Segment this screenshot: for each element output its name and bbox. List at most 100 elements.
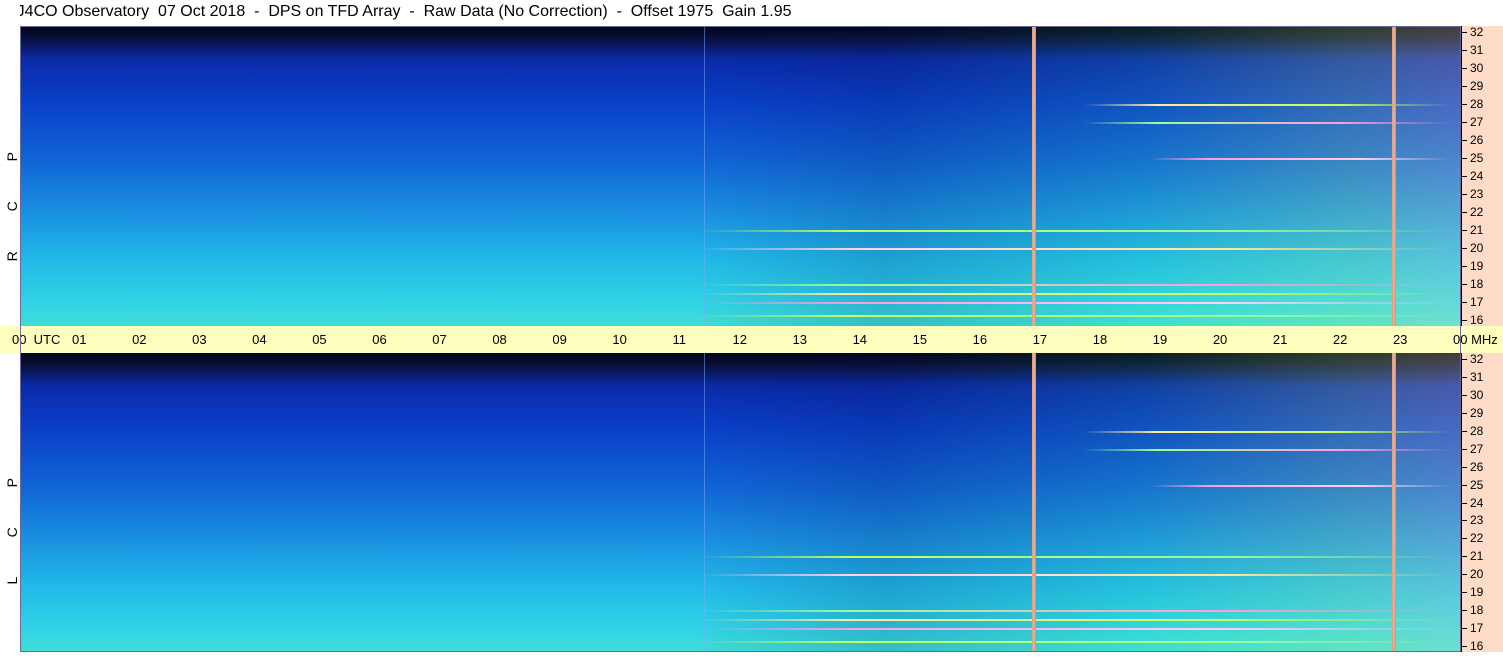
y-tick	[1462, 284, 1467, 285]
event-marker-line	[1391, 353, 1396, 652]
rcp-panel-label: R C P	[4, 134, 20, 262]
x-tick-label: 00 UTC	[12, 332, 61, 347]
emission-band	[698, 574, 1451, 577]
y-tick	[1462, 466, 1467, 468]
x-tick-label: 16	[972, 332, 988, 347]
faint-vertical-line	[704, 353, 706, 652]
emission-band	[698, 230, 1451, 232]
y-tick	[1462, 520, 1467, 522]
y-tick-label: 23	[1470, 513, 1484, 528]
y-tick	[1462, 50, 1467, 51]
y-tick	[1462, 592, 1467, 594]
x-tick-label: 13	[792, 332, 807, 347]
y-tick-label: 16	[1470, 313, 1484, 327]
y-tick-label: 26	[1470, 459, 1484, 474]
event-marker-line	[1031, 26, 1036, 326]
y-tick	[1462, 574, 1467, 576]
event-marker-line	[1031, 353, 1036, 652]
y-tick-label: 17	[1470, 621, 1484, 636]
x-tick-label: 00 MHz	[1453, 332, 1498, 347]
emission-band	[1148, 484, 1451, 487]
y-tick	[1462, 104, 1467, 105]
y-tick-label: 27	[1470, 441, 1484, 456]
y-tick-label: 21	[1470, 549, 1484, 564]
y-tick	[1462, 86, 1467, 87]
x-tick-label: 05	[312, 332, 327, 347]
x-tick-label: 17	[1032, 332, 1048, 347]
y-tick	[1462, 176, 1467, 177]
y-tick-label: 31	[1470, 43, 1484, 57]
x-tick-label: 14	[852, 332, 868, 347]
y-tick-label: 28	[1470, 97, 1484, 111]
y-tick	[1462, 302, 1467, 303]
y-tick-label: 26	[1470, 133, 1484, 147]
y-tick-label: 32	[1470, 352, 1484, 366]
y-tick	[1462, 646, 1467, 647]
lcp-panel-label: L C P	[4, 460, 20, 585]
y-tick-label: 30	[1470, 387, 1484, 402]
x-tick-label: 04	[252, 332, 267, 347]
y-tick-label: 24	[1470, 495, 1484, 510]
emission-band	[698, 556, 1451, 559]
y-tick	[1462, 502, 1467, 504]
y-tick-label: 27	[1470, 115, 1484, 129]
y-tick	[1462, 32, 1467, 33]
x-tick-label: 06	[372, 332, 387, 347]
emission-band	[698, 302, 1451, 304]
y-tick-label: 19	[1470, 585, 1484, 600]
emission-band	[698, 314, 1451, 317]
event-marker-line	[1391, 26, 1396, 326]
y-tick-label: 28	[1470, 423, 1484, 438]
emission-band	[698, 284, 1451, 286]
y-tick-label: 22	[1470, 531, 1484, 546]
y-tick-label: 18	[1470, 277, 1484, 291]
y-tick	[1462, 412, 1467, 414]
y-tick-label: 30	[1470, 61, 1484, 75]
lcp-frequency-axis: 32 31 30 29 28 27 26 25 24 23 22 21 20 19 18 17 16	[1461, 353, 1503, 652]
x-tick-label: 21	[1272, 332, 1288, 347]
y-tick	[1462, 359, 1467, 360]
y-tick	[1462, 68, 1467, 69]
y-tick	[1462, 320, 1467, 321]
y-tick-label: 22	[1470, 205, 1484, 219]
utc-time-axis: 00 UTC 01 02 03 04 05 06 07 08 09 10 11 12 13 14 15 16 17…	[0, 326, 1503, 353]
y-tick	[1462, 628, 1467, 630]
y-tick	[1462, 538, 1467, 540]
x-tick-label: 12	[732, 332, 747, 347]
y-tick	[1462, 430, 1467, 432]
y-tick-label: 29	[1470, 405, 1484, 420]
x-tick-label: 23	[1392, 332, 1408, 347]
x-tick-label: 01	[72, 332, 87, 347]
y-tick	[1462, 248, 1467, 249]
y-tick	[1462, 194, 1467, 195]
emission-band	[698, 248, 1451, 250]
y-tick-label: 16	[1470, 639, 1484, 653]
emission-band	[698, 619, 1451, 622]
rcp-spectrogram-image	[20, 26, 1461, 326]
x-tick-label: 09	[552, 332, 567, 347]
y-tick-label: 20	[1470, 567, 1484, 582]
y-tick-label: 23	[1470, 187, 1484, 201]
y-tick	[1462, 376, 1467, 378]
y-tick	[1462, 212, 1467, 213]
emission-band	[698, 628, 1451, 631]
lcp-spectrogram	[20, 353, 1461, 652]
lcp-spectrogram-image	[20, 353, 1461, 652]
chart-title: AJ4CO Observatory 07 Oct 2018 - DPS on T…	[6, 3, 792, 20]
y-tick	[1462, 394, 1467, 396]
x-tick-label: 19	[1152, 332, 1168, 347]
x-tick-label: 20	[1212, 332, 1228, 347]
y-tick	[1462, 556, 1467, 558]
y-tick	[1462, 610, 1467, 612]
emission-band	[698, 293, 1451, 295]
y-tick	[1462, 140, 1467, 141]
x-tick-label: 11	[672, 332, 686, 347]
y-tick-label: 29	[1470, 79, 1484, 93]
x-tick-label: 22	[1332, 332, 1348, 347]
y-tick-label: 18	[1470, 603, 1484, 618]
y-tick-label: 25	[1470, 151, 1484, 165]
y-tick-label: 19	[1470, 259, 1484, 273]
y-tick	[1462, 122, 1467, 123]
y-tick	[1462, 484, 1467, 486]
y-tick-label: 25	[1470, 477, 1484, 492]
